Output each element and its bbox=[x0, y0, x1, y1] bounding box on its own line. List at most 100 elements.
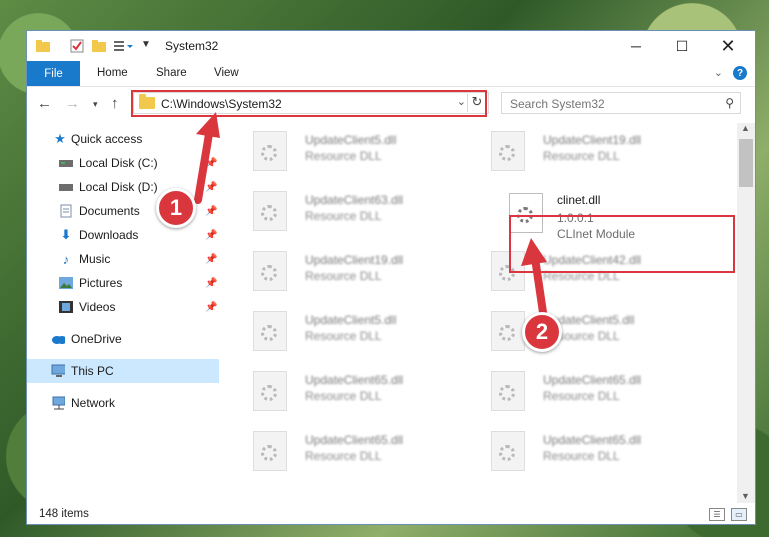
arrow-1 bbox=[194, 112, 220, 204]
search-icon: ⚲ bbox=[725, 96, 734, 110]
file-item[interactable]: UpdateClient65.dll Resource DLL bbox=[245, 425, 477, 481]
pin-icon[interactable]: 📌 bbox=[205, 278, 217, 289]
dll-file-icon bbox=[253, 191, 287, 231]
dll-file-icon bbox=[491, 431, 525, 471]
video-icon bbox=[59, 300, 73, 314]
recent-locations-icon[interactable]: ▾ bbox=[93, 99, 98, 110]
sidebar-item-label: Local Disk (D:) bbox=[79, 180, 158, 194]
expand-ribbon-icon[interactable]: ⌄ bbox=[714, 66, 723, 79]
ribbon-tabs: File Home Share View ⌄ ? bbox=[27, 61, 755, 87]
sidebar-item-label: This PC bbox=[71, 364, 114, 378]
star-icon: ★ bbox=[54, 131, 66, 146]
callout-2: 2 bbox=[522, 312, 562, 352]
folder-icon bbox=[36, 40, 50, 52]
file-item[interactable]: UpdateClient65.dll Resource DLL bbox=[483, 365, 715, 421]
file-list: UpdateClient5.dll Resource DLL UpdateClie… bbox=[235, 123, 735, 503]
callout-1: 1 bbox=[156, 188, 196, 228]
sidebar-item-network[interactable]: Network bbox=[27, 391, 219, 415]
cloud-icon bbox=[51, 332, 65, 346]
file-type: Resource DLL bbox=[305, 449, 382, 463]
file-item[interactable]: UpdateClient19.dll Resource DLL bbox=[245, 245, 477, 301]
search-box[interactable]: ⚲ bbox=[501, 92, 741, 114]
dll-file-icon bbox=[253, 131, 287, 171]
dll-file-icon bbox=[253, 371, 287, 411]
pin-icon[interactable]: 📌 bbox=[205, 206, 217, 217]
pin-icon[interactable]: 📌 bbox=[205, 254, 217, 265]
sidebar-item-label: Downloads bbox=[79, 228, 139, 242]
pictures-icon bbox=[59, 276, 73, 290]
back-arrow-icon[interactable]: ← bbox=[37, 95, 52, 112]
minimize-button[interactable]: ─ bbox=[613, 31, 659, 61]
dll-file-icon bbox=[253, 251, 287, 291]
file-name: UpdateClient65.dll bbox=[543, 373, 642, 387]
quick-access-dropdown-icon[interactable]: ▼ bbox=[141, 39, 151, 55]
up-arrow-icon[interactable]: ↑ bbox=[111, 95, 119, 112]
file-item[interactable]: UpdateClient5.dll Resource DLL bbox=[245, 125, 477, 181]
file-name: UpdateClient5.dll bbox=[305, 313, 397, 327]
sidebar-item-label: Local Disk (C:) bbox=[79, 156, 158, 170]
details-view-icon[interactable]: ☰ bbox=[709, 508, 725, 521]
dll-file-icon bbox=[491, 371, 525, 411]
scroll-down-icon[interactable]: ▼ bbox=[741, 491, 750, 501]
properties-icon[interactable] bbox=[69, 38, 85, 54]
file-type: Resource DLL bbox=[305, 329, 382, 343]
sidebar-item-label: Quick access bbox=[71, 132, 143, 146]
file-item[interactable]: UpdateClient65.dll Resource DLL bbox=[483, 425, 715, 481]
help-icon[interactable]: ? bbox=[733, 66, 747, 80]
maximize-button[interactable]: ☐ bbox=[659, 31, 705, 61]
sidebar-item-onedrive[interactable]: OneDrive bbox=[27, 327, 219, 351]
tab-file[interactable]: File bbox=[27, 61, 80, 86]
item-count: 148 items bbox=[39, 508, 89, 520]
file-item[interactable]: UpdateClient65.dll Resource DLL bbox=[245, 365, 477, 421]
window-title: System32 bbox=[165, 39, 219, 53]
file-name: UpdateClient19.dll bbox=[305, 253, 404, 267]
file-item[interactable]: UpdateClient19.dll Resource DLL bbox=[483, 125, 715, 181]
sidebar-item-videos[interactable]: Videos 📌 bbox=[27, 295, 219, 319]
network-icon bbox=[51, 396, 65, 410]
tab-view[interactable]: View bbox=[214, 67, 239, 79]
file-name: UpdateClient65.dll bbox=[543, 433, 642, 447]
sidebar-item-label: Music bbox=[79, 252, 111, 266]
navigation-bar: ← → ▾ ↑ C:\Windows\System32 ⌄ ↻ ⚲ bbox=[27, 87, 755, 119]
minimize-icon: ─ bbox=[631, 38, 641, 54]
dll-file-icon bbox=[253, 311, 287, 351]
sidebar-item-label: Pictures bbox=[79, 276, 123, 290]
new-folder-icon[interactable] bbox=[91, 38, 107, 54]
sidebar-item-label: Documents bbox=[79, 204, 140, 218]
file-name: UpdateClient65.dll bbox=[305, 373, 404, 387]
close-button[interactable]: ✕ bbox=[705, 31, 751, 61]
scroll-up-icon[interactable]: ▲ bbox=[741, 123, 750, 133]
sidebar-item-label: Network bbox=[71, 396, 116, 410]
file-name: UpdateClient63.dll bbox=[305, 193, 404, 207]
file-explorer-window: ▼ System32 ─ ☐ ✕ File Home Share View ⌄ … bbox=[26, 30, 756, 525]
close-icon: ✕ bbox=[720, 35, 736, 56]
file-type: Resource DLL bbox=[305, 269, 382, 283]
vertical-scrollbar[interactable]: ▲ ▼ bbox=[737, 123, 755, 503]
download-icon: ⬇ bbox=[60, 227, 72, 242]
file-name: UpdateClient5.dll bbox=[305, 133, 397, 147]
computer-icon bbox=[51, 364, 65, 378]
customize-quick-access-icon[interactable] bbox=[113, 38, 135, 54]
file-type: Resource DLL bbox=[543, 449, 620, 463]
scroll-thumb[interactable] bbox=[739, 139, 753, 187]
forward-arrow-icon[interactable]: → bbox=[65, 95, 80, 112]
file-type: Resource DLL bbox=[305, 149, 382, 163]
sidebar-item-downloads[interactable]: ⬇ Downloads 📌 bbox=[27, 223, 219, 247]
sidebar-item-this-pc[interactable]: This PC bbox=[27, 359, 219, 383]
tab-home[interactable]: Home bbox=[97, 67, 128, 79]
file-name: UpdateClient19.dll bbox=[543, 133, 642, 147]
file-type: Resource DLL bbox=[543, 389, 620, 403]
sidebar-item-music[interactable]: ♪ Music 📌 bbox=[27, 247, 219, 271]
music-icon: ♪ bbox=[62, 251, 70, 267]
tab-share[interactable]: Share bbox=[156, 67, 187, 79]
maximize-icon: ☐ bbox=[675, 37, 689, 54]
file-item[interactable]: UpdateClient63.dll Resource DLL bbox=[245, 185, 477, 241]
search-input[interactable] bbox=[508, 96, 712, 112]
sidebar-item-pictures[interactable]: Pictures 📌 bbox=[27, 271, 219, 295]
tiles-view-icon[interactable]: ▭ bbox=[731, 508, 747, 521]
drive-icon bbox=[59, 180, 73, 194]
pin-icon[interactable]: 📌 bbox=[205, 230, 217, 241]
title-bar: ▼ System32 ─ ☐ ✕ bbox=[27, 31, 755, 61]
file-item[interactable]: UpdateClient5.dll Resource DLL bbox=[245, 305, 477, 361]
pin-icon[interactable]: 📌 bbox=[205, 302, 217, 313]
